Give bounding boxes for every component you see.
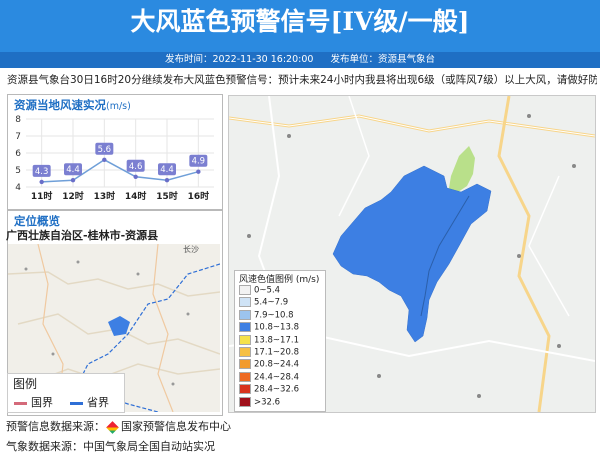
wind-legend-label: >32.6 <box>254 397 281 408</box>
y-tick-label: 7 <box>15 132 21 142</box>
data-point <box>196 169 201 174</box>
wind-legend-label: 28.4~32.6 <box>254 384 299 395</box>
data-label: 4.6 <box>129 162 143 172</box>
national-border-line-icon <box>14 401 27 405</box>
wind-legend-swatch <box>239 285 251 295</box>
wind-legend-swatch <box>239 396 251 407</box>
wind-legend-item: 13.8~17.1 <box>239 334 299 346</box>
legend-item-label: 省界 <box>87 396 109 409</box>
wind-panel-title: 资源当地风速实况(m/s) <box>14 97 131 113</box>
header-bar: 大风蓝色预警信号[IV级/一般] <box>0 0 600 52</box>
x-tick-label: 15时 <box>156 190 178 202</box>
wind-legend-label: 24.4~28.4 <box>254 372 299 383</box>
data-label: 4.4 <box>66 165 80 175</box>
publisher: 发布单位：资源县气象台 <box>330 54 435 65</box>
wind-legend-label: 13.8~17.1 <box>254 335 299 346</box>
wind-legend-item: 28.4~32.6 <box>239 384 299 395</box>
data-point <box>39 179 44 185</box>
wind-legend-item: 5.4~7.9 <box>239 297 288 308</box>
data-label: 4.4 <box>160 165 174 175</box>
warning-notice: 资源县气象台30日16时20分继续发布大风蓝色预警信号：预计未来24小时内我县将… <box>7 74 597 86</box>
legend-item-label: 国界 <box>31 396 53 409</box>
page-title: 大风蓝色预警信号[IV级/一般] <box>130 7 470 36</box>
footer-source-warning: 预警信息数据来源： 国家预警信息发布中心 <box>6 418 231 434</box>
warning-center-logo-icon <box>106 420 119 434</box>
wind-legend-item: 24.4~28.4 <box>239 371 299 383</box>
wind-speed-panel: 资源当地风速实况(m/s) 4 5 6 7 8 11时 12时 13时 14时 15时 16时 4.3… <box>7 94 223 210</box>
wind-legend-swatch <box>239 309 251 320</box>
wind-legend-item: 10.8~13.8 <box>239 322 299 333</box>
data-label: 5.6 <box>98 145 112 155</box>
source-warning-name: 国家预警信息发布中心 <box>121 420 231 433</box>
data-point <box>164 178 170 183</box>
x-tick-label: 11时 <box>31 190 53 202</box>
y-tick-label: 6 <box>15 149 21 159</box>
wind-panel-title-text: 资源当地风速实况 <box>14 98 106 112</box>
source-warning-prefix: 预警信息数据来源： <box>6 420 105 433</box>
legend-title: 图例 <box>13 377 38 391</box>
wind-legend-title: 风速色值图例 (m/s) <box>239 275 320 285</box>
y-tick-label: 5 <box>15 166 21 176</box>
y-tick-label: 4 <box>15 183 21 193</box>
wind-legend-swatch <box>239 359 251 370</box>
wind-legend-item: >32.6 <box>239 396 281 408</box>
wind-legend-item: 20.8~24.4 <box>239 359 299 370</box>
publish-time: 发布时间：2022-11-30 16:20:00 <box>165 54 314 65</box>
region-path: 广西壮族自治区-桂林市-资源县 <box>6 229 159 242</box>
province-border-line-icon <box>70 401 83 405</box>
data-point <box>102 157 107 162</box>
wind-legend-item: 0~5.4 <box>239 285 280 296</box>
legend-item-province-border: 省界 <box>70 394 109 410</box>
data-label: 4.9 <box>192 157 206 167</box>
footer-source-weather: 气象数据来源：中国气象局全国自动站实况 <box>6 440 215 453</box>
y-tick-label: 8 <box>15 115 21 125</box>
overview-legend: 图例 国界 省界 <box>7 373 125 413</box>
data-point <box>133 174 138 179</box>
wind-legend-label: 5.4~7.9 <box>254 297 289 308</box>
x-tick-label: 14时 <box>125 190 147 202</box>
wind-legend-swatch <box>239 322 251 333</box>
x-tick-label: 13时 <box>94 190 116 202</box>
wind-legend-swatch <box>239 371 251 382</box>
wind-speed-chart: 4 5 6 7 8 11时 12时 13时 14时 15时 16时 4.3 4.4 5.6 4.6 4.4 4.… <box>15 115 214 202</box>
wind-legend-label: 10.8~13.8 <box>254 322 299 333</box>
x-tick-label: 16时 <box>188 190 210 202</box>
data-label: 4.3 <box>35 167 49 177</box>
wind-legend-label: 20.8~24.4 <box>254 359 299 370</box>
wind-color-legend: 风速色值图例 (m/s) 0~5.4 5.4~7.9 7.9~10.8 10.8~13… <box>234 270 326 412</box>
wind-legend-swatch <box>239 297 251 308</box>
wind-legend-item: 17.1~20.8 <box>239 347 299 358</box>
wind-legend-swatch <box>239 334 251 345</box>
wind-legend-label: 7.9~10.8 <box>254 310 294 321</box>
publish-info-bar: 发布时间：2022-11-30 16:20:00 发布单位：资源县气象台 <box>0 52 600 68</box>
wind-panel-unit: (m/s) <box>106 101 131 112</box>
legend-item-national-border: 国界 <box>14 394 53 410</box>
wind-legend-label: 0~5.4 <box>254 285 281 296</box>
wind-legend-swatch <box>239 347 251 357</box>
data-point <box>70 178 76 183</box>
wind-legend-label: 17.1~20.8 <box>254 347 299 358</box>
wind-legend-item: 7.9~10.8 <box>239 309 294 321</box>
x-tick-label: 12时 <box>62 190 84 202</box>
map-city-label: 长沙 <box>183 245 199 254</box>
wind-legend-swatch <box>239 384 251 395</box>
